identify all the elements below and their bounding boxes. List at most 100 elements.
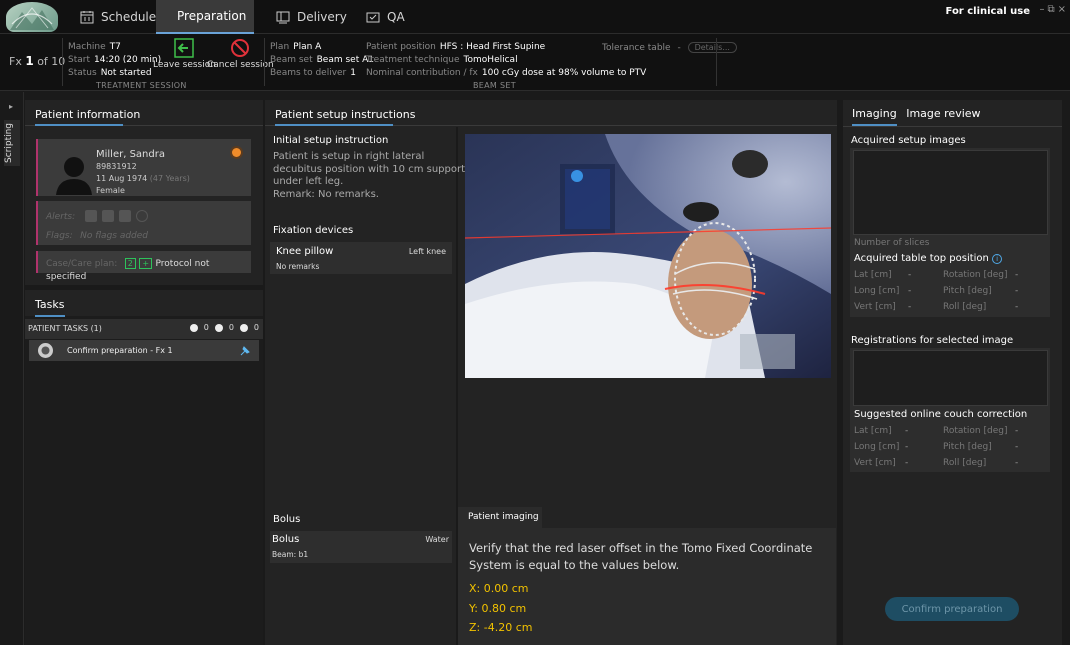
qa-icon bbox=[366, 12, 380, 23]
contribution-value: 100 cGy dose at 98% volume to PTV bbox=[481, 68, 647, 78]
warning-icon bbox=[239, 323, 248, 332]
tab-delivery-label: Delivery bbox=[297, 10, 347, 24]
info-icon[interactable]: i bbox=[992, 254, 1003, 264]
registrations-title: Registrations for selected image bbox=[851, 335, 1014, 346]
alerts-label: Alerts: bbox=[46, 212, 76, 222]
lat-label: Lat [cm] bbox=[854, 270, 892, 280]
panel-title: Patient setup instructions bbox=[275, 108, 416, 121]
technique-value: TomoHelical bbox=[463, 55, 518, 65]
divider bbox=[264, 38, 265, 86]
delivery-icon bbox=[276, 11, 290, 24]
vert-label: Vert [cm] bbox=[854, 302, 896, 312]
tab-schedule[interactable]: Schedule bbox=[66, 0, 170, 34]
table-position-label: Acquired table top position bbox=[854, 253, 989, 264]
start-value: 14:20 (20 min) bbox=[94, 55, 162, 65]
list-item[interactable]: Confirm preparation - Fx 1 bbox=[29, 340, 259, 361]
task-counts: 0 0 0 bbox=[189, 323, 259, 332]
instruction-line: Patient is setup in right lateral bbox=[273, 151, 425, 162]
initial-setup-text: Patient is setup in right lateral decubi… bbox=[273, 151, 465, 201]
tab-preparation-label: Preparation bbox=[177, 9, 247, 23]
alert-infection-icon bbox=[118, 210, 131, 222]
flags-label: Flags: bbox=[46, 231, 73, 241]
patient-tasks-group[interactable]: PATIENT TASKS (1) 0 0 0 bbox=[25, 319, 263, 339]
long-label: Long [cm] bbox=[854, 442, 900, 452]
patient-dob: 11 Aug 1974 bbox=[96, 174, 148, 183]
fx-prefix: Fx bbox=[9, 55, 22, 68]
divider bbox=[62, 38, 63, 86]
alert-implant-icon bbox=[101, 210, 114, 222]
patient-id: 89831912 bbox=[96, 162, 137, 171]
couch-correction-title: Suggested online couch correction bbox=[854, 409, 1028, 420]
top-navigation: Schedule Preparation Delivery QA For cli… bbox=[0, 0, 1070, 34]
bolus-beam: Beam: b1 bbox=[272, 550, 309, 559]
patient-information-header: Patient information bbox=[25, 100, 263, 126]
tab-schedule-label: Schedule bbox=[101, 10, 157, 24]
machine-value: T7 bbox=[109, 42, 121, 52]
rotation-value: - bbox=[1015, 426, 1019, 436]
clinical-use-label: For clinical use bbox=[945, 6, 1030, 17]
contribution-label: Nominal contribution / fx bbox=[366, 68, 478, 78]
task-label: Confirm preparation - Fx 1 bbox=[67, 346, 173, 355]
roll-label: Roll [deg] bbox=[943, 458, 987, 468]
machine-label: Machine bbox=[68, 42, 106, 52]
expand-arrow-icon[interactable]: ▸ bbox=[9, 102, 13, 111]
lat-value: - bbox=[905, 426, 909, 436]
plan-label: Plan bbox=[270, 42, 290, 52]
case-add-icon[interactable]: + bbox=[139, 258, 153, 269]
laser-offset-z: Z: -4.20 cm bbox=[469, 621, 533, 634]
roll-value: - bbox=[1015, 458, 1019, 468]
patient-age: (47 Years) bbox=[149, 174, 190, 183]
beam-set-caption: BEAM SET bbox=[473, 81, 516, 90]
alert-allergy-icon bbox=[84, 210, 97, 222]
avatar bbox=[56, 157, 92, 195]
details-button[interactable]: Details... bbox=[687, 42, 737, 53]
treatment-session-caption: TREATMENT SESSION bbox=[96, 81, 187, 90]
registrations-list[interactable] bbox=[853, 350, 1048, 406]
restore-button[interactable]: ⧉ bbox=[1047, 4, 1054, 15]
warning-count: 0 bbox=[253, 323, 259, 332]
case-plan-card[interactable]: Case/Care plan: 2 + Protocol not specifi… bbox=[36, 251, 251, 282]
tab-image-review[interactable]: Image review bbox=[906, 107, 980, 120]
window-controls: – ⧉ × bbox=[1039, 4, 1066, 15]
patient-card[interactable]: Miller, Sandra 89831912 11 Aug 1974 (47 … bbox=[36, 139, 251, 196]
fixation-location: Left knee bbox=[408, 247, 446, 256]
fixation-device-item[interactable]: Knee pillow Left knee No remarks bbox=[270, 242, 452, 274]
status-field: Status Not started bbox=[68, 68, 152, 78]
long-label: Long [cm] bbox=[854, 286, 900, 296]
tab-patient-imaging[interactable]: Patient imaging bbox=[458, 507, 542, 528]
acquired-images-list[interactable] bbox=[853, 150, 1048, 235]
alerts-card[interactable]: Alerts: Flags: No flags added bbox=[36, 201, 251, 245]
pitch-value: - bbox=[1015, 286, 1019, 296]
fixation-remarks: No remarks bbox=[276, 262, 320, 271]
slices-label: Number of slices bbox=[854, 238, 930, 248]
rotation-value: - bbox=[1015, 270, 1019, 280]
plan-value: Plan A bbox=[293, 42, 322, 52]
cancel-icon bbox=[231, 39, 250, 57]
status-value: Not started bbox=[100, 68, 152, 78]
pin-icon[interactable] bbox=[240, 345, 251, 356]
scripting-sidebar: ▸ Scripting bbox=[0, 92, 24, 645]
status-label: Status bbox=[68, 68, 97, 78]
flags-value: No flags added bbox=[80, 231, 149, 241]
tab-qa[interactable]: QA bbox=[352, 0, 419, 34]
tab-imaging[interactable]: Imaging bbox=[852, 107, 897, 126]
done-icon bbox=[214, 323, 223, 332]
bolus-item[interactable]: Bolus Water Beam: b1 bbox=[270, 531, 452, 563]
leave-icon bbox=[174, 38, 195, 58]
status-dot-icon bbox=[232, 148, 241, 157]
beams-value: 1 bbox=[350, 68, 356, 78]
panel-title: Patient information bbox=[35, 108, 141, 121]
close-button[interactable]: × bbox=[1058, 4, 1066, 15]
technique-label: Treatment technique bbox=[366, 55, 460, 65]
fixation-devices-title: Fixation devices bbox=[273, 225, 354, 236]
start-label: Start bbox=[68, 55, 90, 65]
confirm-preparation-button[interactable]: Confirm preparation bbox=[885, 597, 1019, 621]
acquired-images-title: Acquired setup images bbox=[851, 135, 966, 146]
tab-preparation[interactable]: Preparation bbox=[156, 0, 254, 34]
tab-delivery[interactable]: Delivery bbox=[262, 0, 361, 34]
scripting-tab[interactable]: Scripting bbox=[4, 120, 20, 166]
table-position-title: Acquired table top position i bbox=[854, 253, 1003, 264]
pitch-label: Pitch [deg] bbox=[943, 286, 992, 296]
tab-qa-label: QA bbox=[387, 10, 405, 24]
minimize-button[interactable]: – bbox=[1039, 4, 1044, 15]
